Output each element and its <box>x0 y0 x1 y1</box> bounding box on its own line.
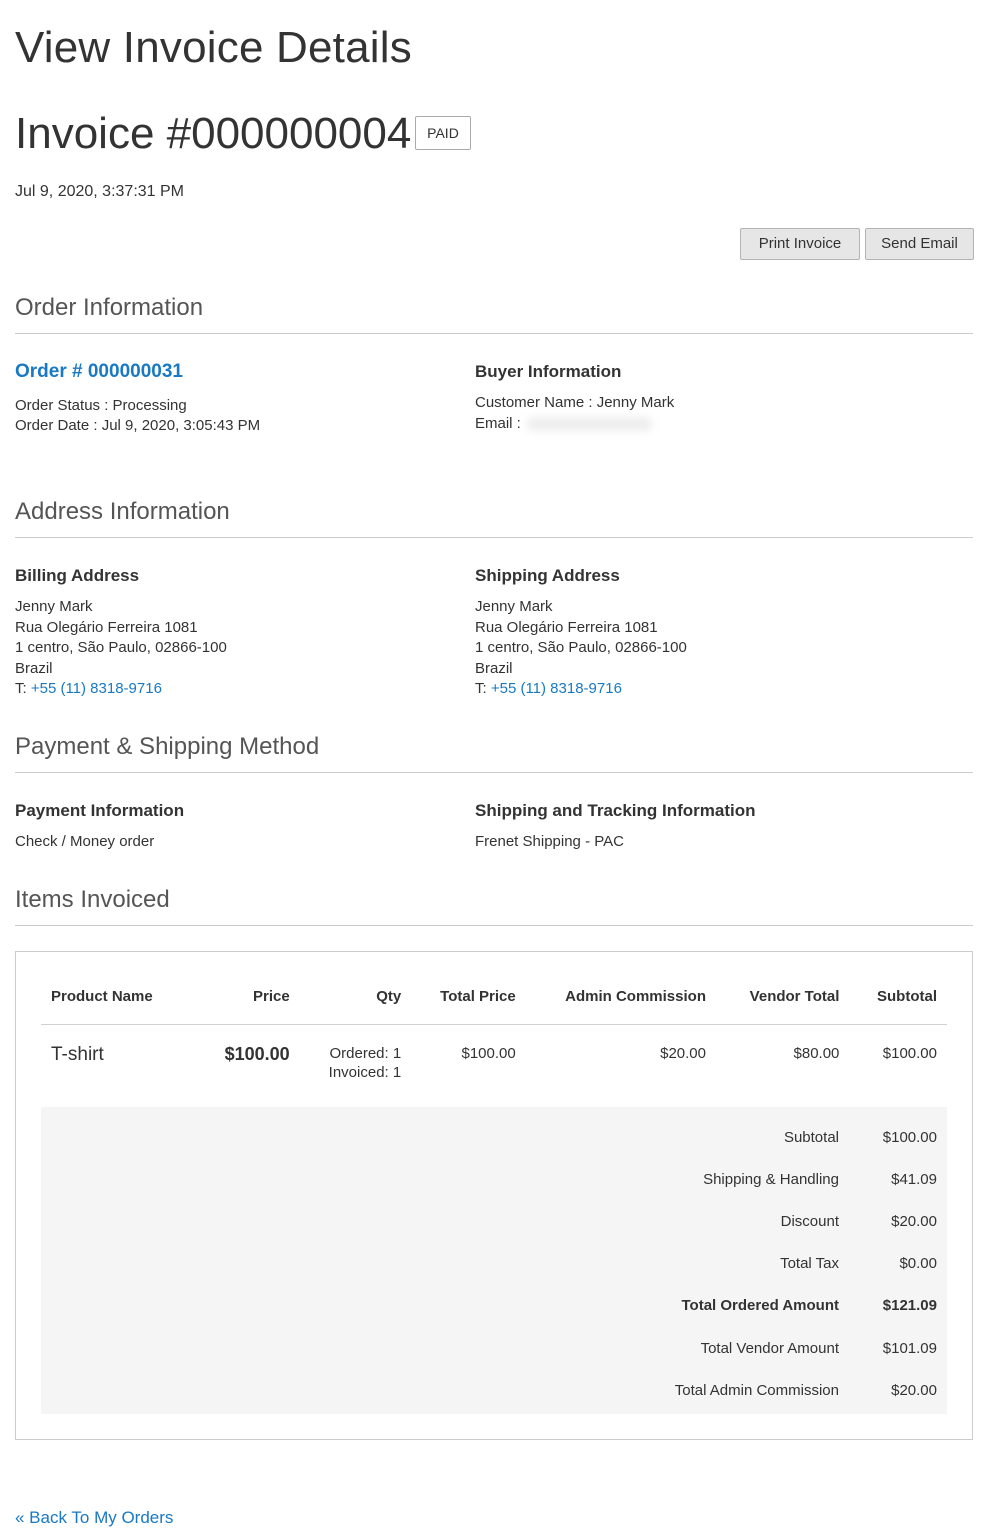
product-name: T-shirt <box>51 1043 104 1065</box>
section-divider <box>15 333 973 334</box>
billing-city: 1 centro, São Paulo, 02866-100 <box>15 639 227 656</box>
billing-phone-link[interactable]: +55 (11) 8318-9716 <box>31 680 162 697</box>
shipping-method: Frenet Shipping - PAC <box>475 833 624 850</box>
qty-ordered: Ordered: 1 <box>329 1044 402 1062</box>
totals-value: $41.09 <box>891 1171 937 1188</box>
email-redacted <box>526 417 652 432</box>
order-date: Order Date : Jul 9, 2020, 3:05:43 PM <box>15 417 261 434</box>
send-email-button[interactable]: Send Email <box>865 228 974 260</box>
totals-label: Total Vendor Amount <box>700 1340 839 1357</box>
totals-row-grand-total: Total Ordered Amount $121.09 <box>41 1297 947 1339</box>
billing-country: Brazil <box>15 659 53 677</box>
column-header-vendor-total: Vendor Total <box>716 952 850 1025</box>
payment-information-heading: Payment Information <box>15 801 185 820</box>
billing-name: Jenny Mark <box>15 598 93 615</box>
order-status: Order Status : Processing <box>15 397 187 414</box>
payment-shipping-heading: Payment & Shipping Method <box>15 733 320 760</box>
table-header-row: Product Name Price Qty Total Price Admin… <box>41 952 947 1025</box>
invoice-date: Jul 9, 2020, 3:37:31 PM <box>15 183 184 200</box>
items-table-container: Product Name Price Qty Total Price Admin… <box>15 951 973 1440</box>
print-invoice-button[interactable]: Print Invoice <box>740 228 860 260</box>
totals-value: $20.00 <box>891 1382 937 1399</box>
invoice-title: Invoice #000000004 <box>15 109 412 158</box>
section-divider <box>15 925 973 926</box>
order-information-heading: Order Information <box>15 294 204 321</box>
totals-row-tax: Total Tax $0.00 <box>41 1255 947 1297</box>
billing-street: Rua Olegário Ferreira 1081 <box>15 618 198 636</box>
back-to-orders-link[interactable]: « Back To My Orders <box>15 1508 173 1528</box>
totals-panel: Subtotal $100.00 Shipping & Handling $41… <box>41 1107 947 1414</box>
customer-name: Customer Name : Jenny Mark <box>475 394 675 411</box>
shipping-country: Brazil <box>475 659 513 677</box>
shipping-phone-link[interactable]: +55 (11) 8318-9716 <box>491 680 622 697</box>
section-divider <box>15 537 973 538</box>
status-badge: PAID <box>415 116 471 150</box>
column-header-admin-commission: Admin Commission <box>525 952 716 1025</box>
order-link[interactable]: Order # 000000031 <box>15 361 183 383</box>
billing-address-heading: Billing Address <box>15 566 140 585</box>
totals-value: $0.00 <box>899 1255 937 1272</box>
shipping-city: 1 centro, São Paulo, 02866-100 <box>475 639 687 656</box>
items-table: Product Name Price Qty Total Price Admin… <box>41 952 947 1105</box>
totals-value: $100.00 <box>882 1129 937 1146</box>
totals-label: Shipping & Handling <box>703 1171 839 1188</box>
totals-row-vendor-amount: Total Vendor Amount $101.09 <box>41 1340 947 1382</box>
column-header-qty: Qty <box>299 952 412 1025</box>
totals-value: $121.09 <box>882 1297 937 1314</box>
payment-method: Check / Money order <box>15 833 155 850</box>
totals-row-admin-commission: Total Admin Commission $20.00 <box>41 1382 947 1424</box>
shipping-name: Jenny Mark <box>475 598 553 615</box>
totals-label: Subtotal <box>783 1129 839 1146</box>
totals-label: Total Tax <box>780 1255 839 1272</box>
totals-row-discount: Discount $20.00 <box>41 1213 947 1255</box>
product-qty: Ordered: 1 Invoiced: 1 <box>300 1024 412 1105</box>
totals-value: $101.09 <box>882 1340 937 1357</box>
column-header-product-name: Product Name <box>41 952 171 1025</box>
column-header-subtotal: Subtotal <box>849 952 947 1025</box>
totals-label: Total Ordered Amount <box>681 1297 840 1314</box>
table-row: T-shirt $100.00 Ordered: 1 Invoiced: 1 $… <box>41 1024 947 1105</box>
billing-address: Jenny Mark Rua Olegário Ferreira 1081 1 … <box>15 597 227 700</box>
column-header-total-price: Total Price <box>411 952 526 1025</box>
product-subtotal: $100.00 <box>882 1044 937 1062</box>
email-label: Email : <box>475 415 521 432</box>
shipping-address: Jenny Mark Rua Olegário Ferreira 1081 1 … <box>475 597 687 700</box>
page-title: View Invoice Details <box>15 23 412 72</box>
section-divider <box>15 772 973 773</box>
phone-prefix: T: <box>15 680 27 697</box>
totals-label: Discount <box>780 1213 839 1230</box>
totals-label: Total Admin Commission <box>674 1382 839 1399</box>
qty-invoiced: Invoiced: 1 <box>328 1063 402 1081</box>
totals-value: $20.00 <box>891 1213 937 1230</box>
billing-phone: T: +55 (11) 8318-9716 <box>15 679 227 700</box>
phone-prefix: T: <box>475 680 487 697</box>
product-total-price: $100.00 <box>461 1044 516 1062</box>
buyer-information-heading: Buyer Information <box>475 362 622 381</box>
product-admin-commission: $20.00 <box>660 1044 706 1062</box>
items-invoiced-heading: Items Invoiced <box>15 886 170 913</box>
product-vendor-total: $80.00 <box>793 1044 840 1062</box>
customer-email: Email : <box>475 414 652 435</box>
address-information-heading: Address Information <box>15 498 230 525</box>
shipping-tracking-heading: Shipping and Tracking Information <box>475 801 756 820</box>
shipping-address-heading: Shipping Address <box>475 566 620 585</box>
product-price: $100.00 <box>224 1043 290 1064</box>
totals-row-subtotal: Subtotal $100.00 <box>41 1129 947 1171</box>
totals-row-shipping: Shipping & Handling $41.09 <box>41 1171 947 1213</box>
shipping-phone: T: +55 (11) 8318-9716 <box>475 679 687 700</box>
column-header-price: Price <box>170 952 300 1025</box>
shipping-street: Rua Olegário Ferreira 1081 <box>475 618 658 636</box>
